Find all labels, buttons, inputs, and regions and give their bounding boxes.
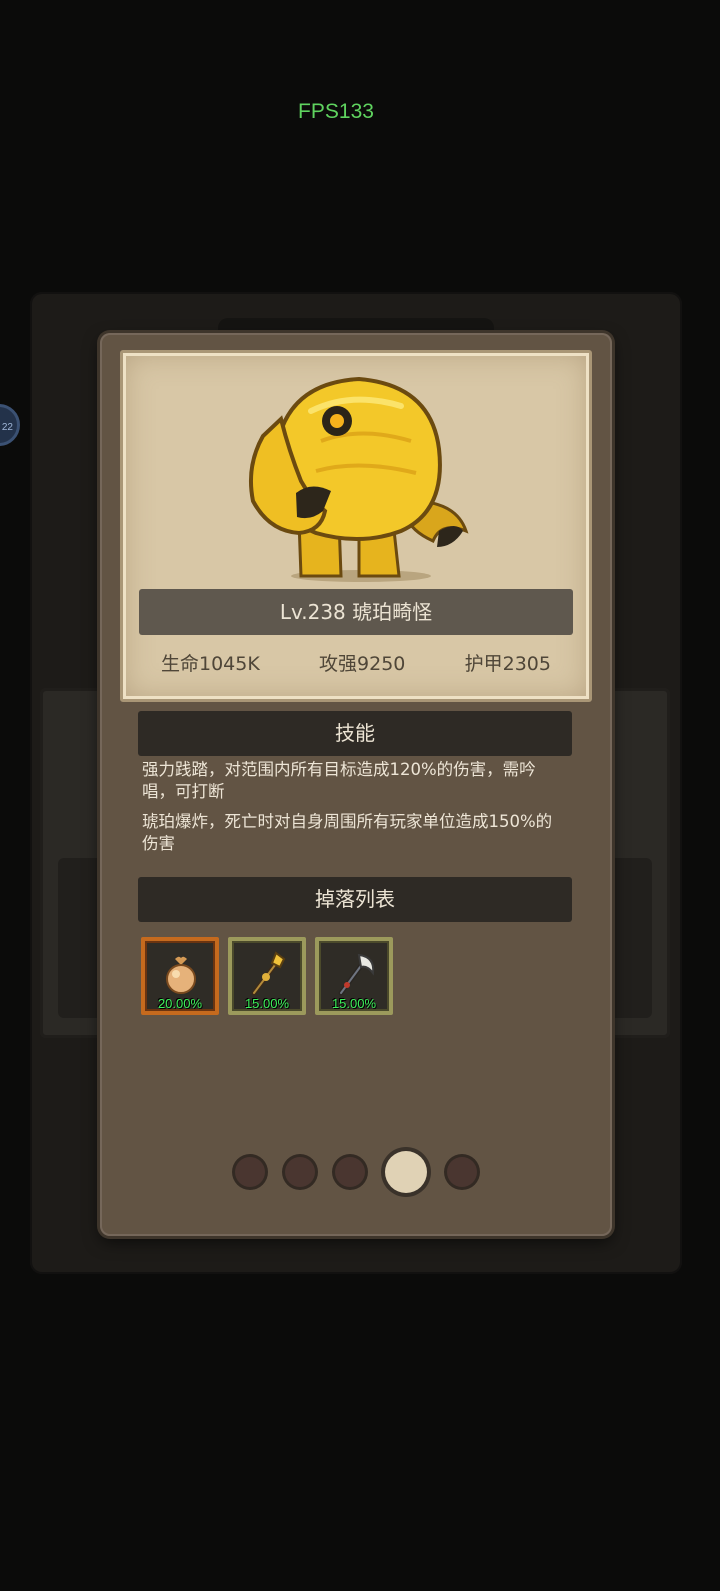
- scepter-icon: [251, 951, 286, 996]
- drop-rate: 15.00%: [244, 996, 290, 1011]
- drop-item-scepter[interactable]: 15.00%: [228, 937, 306, 1015]
- monster-info-card: Lv.238 琥珀畸怪 生命1045K 攻强9250 护甲2305 技能 强力践…: [100, 333, 612, 1236]
- side-avatar-badge[interactable]: 22: [0, 404, 20, 446]
- page-dot-4-active[interactable]: [385, 1151, 427, 1193]
- skill-description-2: 琥珀爆炸，死亡时对自身周围所有玩家单位造成150%的伤害: [142, 812, 553, 853]
- amber-monster-image: [249, 376, 469, 582]
- page-dot-2[interactable]: [285, 1157, 315, 1187]
- monster-stats-row: 生命1045K 攻强9250 护甲2305: [139, 649, 573, 679]
- page-dot-1[interactable]: [235, 1157, 265, 1187]
- drop-item-pouch[interactable]: 20.00%: [141, 937, 219, 1015]
- page-dot-3[interactable]: [335, 1157, 365, 1187]
- page-dot-5[interactable]: [447, 1157, 477, 1187]
- monster-name-level: Lv.238 琥珀畸怪: [139, 589, 573, 635]
- drop-rate: 20.00%: [157, 996, 203, 1011]
- stat-hp: 生命1045K: [161, 653, 260, 675]
- stat-attack: 攻强9250: [319, 653, 406, 675]
- axe-icon: [338, 953, 375, 996]
- skill-description-1: 强力践踏，对范围内所有目标造成120%的伤害，需吟唱，可打断: [142, 760, 536, 801]
- drop-item-axe[interactable]: 15.00%: [315, 937, 393, 1015]
- page-indicator: [100, 1149, 612, 1195]
- drop-rate: 15.00%: [331, 996, 377, 1011]
- stat-armor: 护甲2305: [464, 653, 551, 675]
- skills-header: 技能: [138, 711, 572, 756]
- fps-counter: FPS133: [298, 100, 374, 123]
- pouch-icon: [166, 956, 196, 994]
- monster-portrait-frame: Lv.238 琥珀畸怪 生命1045K 攻强9250 护甲2305: [120, 350, 592, 702]
- drop-list-header: 掉落列表: [138, 877, 572, 922]
